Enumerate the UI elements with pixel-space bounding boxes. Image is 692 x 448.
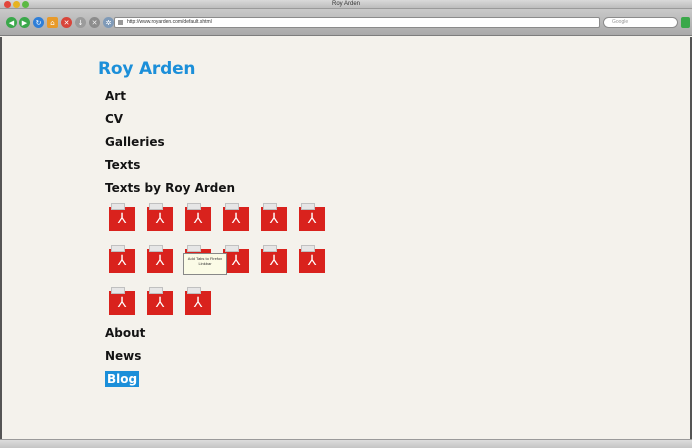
pdf-document-icon[interactable]: ⅄ (109, 203, 135, 231)
pdf-tab (225, 203, 239, 210)
go-button[interactable] (681, 17, 690, 28)
secondary-nav: About News Blog (105, 325, 145, 394)
acrobat-glyph-icon: ⅄ (117, 211, 127, 227)
pdf-tab (263, 245, 277, 252)
tools-icon[interactable]: ✕ (89, 17, 100, 28)
search-input[interactable]: Google (603, 17, 678, 28)
nav-item-blog[interactable]: Blog (105, 371, 145, 394)
download-icon[interactable]: ↓ (75, 17, 86, 28)
gear-icon[interactable]: ✲ (103, 17, 114, 28)
address-bar[interactable]: http://www.royarden.com/default.shtml (114, 17, 600, 28)
pdf-tab (187, 287, 201, 294)
search-placeholder: Google (612, 19, 629, 25)
browser-toolbar: ◀ ▶ ↻ ⌂ ✕ ↓ ✕ ✲ http://www.royarden.com/… (0, 9, 692, 36)
pdf-tab (111, 245, 125, 252)
window-frame-left (0, 37, 2, 439)
nav-item-texts[interactable]: Texts (105, 157, 235, 180)
pdf-tab (301, 203, 315, 210)
acrobat-glyph-icon: ⅄ (307, 253, 317, 269)
back-arrow-icon[interactable]: ◀ (6, 17, 17, 28)
primary-nav: Art CV Galleries Texts Texts by Roy Arde… (105, 88, 235, 203)
home-icon[interactable]: ⌂ (47, 17, 58, 28)
site-title[interactable]: Roy Arden (98, 59, 196, 79)
nav-item-news[interactable]: News (105, 348, 145, 371)
title-bar: Roy Arden (0, 0, 692, 9)
pdf-tab (187, 245, 201, 252)
pdf-document-icon[interactable]: ⅄ (261, 245, 287, 273)
tooltip-text: Add Tabs to Firefox Linkbar (187, 256, 223, 266)
acrobat-glyph-icon: ⅄ (117, 295, 127, 311)
acrobat-glyph-icon: ⅄ (231, 211, 241, 227)
address-text: http://www.royarden.com/default.shtml (127, 19, 212, 25)
nav-item-galleries[interactable]: Galleries (105, 134, 235, 157)
nav-item-about[interactable]: About (105, 325, 145, 348)
pdf-document-icon[interactable]: ⅄ (147, 245, 173, 273)
nav-item-blog-label: Blog (105, 371, 140, 387)
favicon-icon (118, 20, 123, 25)
pdf-tab (225, 245, 239, 252)
acrobat-glyph-icon: ⅄ (269, 211, 279, 227)
pdf-tab (263, 203, 277, 210)
pdf-document-icon[interactable]: ⅄ (299, 245, 325, 273)
acrobat-glyph-icon: ⅄ (193, 295, 203, 311)
pdf-document-icon[interactable]: ⅄ (185, 287, 211, 315)
pdf-document-icon[interactable]: ⅄ (109, 287, 135, 315)
pdf-tab (111, 203, 125, 210)
nav-item-art[interactable]: Art (105, 88, 235, 111)
acrobat-glyph-icon: ⅄ (307, 211, 317, 227)
pdf-tab (149, 287, 163, 294)
pdf-tab (149, 203, 163, 210)
window-title: Roy Arden (331, 1, 361, 7)
forward-arrow-icon[interactable]: ▶ (19, 17, 30, 28)
pdf-document-icon[interactable]: ⅄ (147, 287, 173, 315)
pdf-document-icon[interactable]: ⅄ (299, 203, 325, 231)
pdf-tab (301, 245, 315, 252)
acrobat-glyph-icon: ⅄ (155, 253, 165, 269)
pdf-tab (149, 245, 163, 252)
acrobat-glyph-icon: ⅄ (117, 253, 127, 269)
pdf-document-icon[interactable]: ⅄ (147, 203, 173, 231)
pdf-document-icon[interactable]: ⅄ (261, 203, 287, 231)
pdf-tab (111, 287, 125, 294)
acrobat-glyph-icon: ⅄ (269, 253, 279, 269)
reload-icon[interactable]: ↻ (33, 17, 44, 28)
pdf-tab (187, 203, 201, 210)
pdf-document-icon[interactable]: ⅄ (223, 203, 249, 231)
tooltip: Add Tabs to Firefox Linkbar (183, 253, 227, 275)
stop-icon[interactable]: ✕ (61, 17, 72, 28)
nav-item-texts-by-roy-arden[interactable]: Texts by Roy Arden (105, 180, 235, 203)
pdf-document-icon[interactable]: ⅄ (185, 203, 211, 231)
acrobat-glyph-icon: ⅄ (193, 211, 203, 227)
nav-item-cv[interactable]: CV (105, 111, 235, 134)
status-bar (0, 439, 692, 448)
pdf-document-icon[interactable]: ⅄ (109, 245, 135, 273)
acrobat-glyph-icon: ⅄ (155, 295, 165, 311)
acrobat-glyph-icon: ⅄ (155, 211, 165, 227)
browser-window: Roy Arden ◀ ▶ ↻ ⌂ ✕ ↓ ✕ ✲ http://www.roy… (0, 0, 692, 448)
